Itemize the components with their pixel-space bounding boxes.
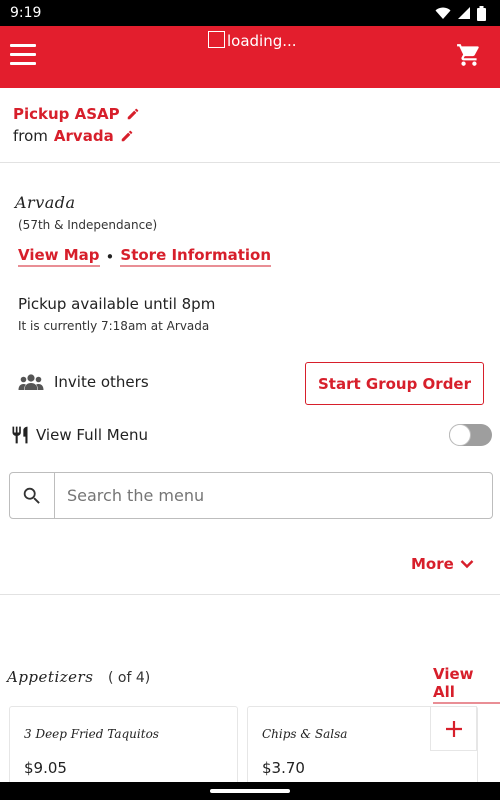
full-menu-row: View Full Menu xyxy=(10,425,148,445)
category-title: Appetizers xyxy=(7,668,94,686)
link-separator: • xyxy=(105,247,115,266)
store-links: View Map • Store Information xyxy=(18,246,271,267)
store-subtitle: (57th & Independance) xyxy=(18,218,158,232)
logo-placeholder-icon xyxy=(208,31,225,48)
section-divider xyxy=(0,594,500,595)
store-information-link[interactable]: Store Information xyxy=(120,246,271,267)
edit-pickup-icon[interactable] xyxy=(126,107,140,121)
search-box xyxy=(9,472,493,519)
search-button[interactable] xyxy=(10,473,55,518)
home-handle[interactable] xyxy=(210,789,290,793)
menu-item-price: $3.70 xyxy=(262,759,305,777)
invite-label: Invite others xyxy=(54,373,149,391)
signal-icon xyxy=(458,7,470,19)
wifi-icon xyxy=(435,7,451,19)
pickup-mode[interactable]: Pickup ASAP xyxy=(13,105,140,123)
more-label: More xyxy=(411,555,454,573)
menu-item-price: $9.05 xyxy=(24,759,67,777)
pickup-section: Pickup ASAP from Arvada xyxy=(0,88,500,163)
search-input[interactable] xyxy=(55,473,492,518)
add-item-button[interactable] xyxy=(430,706,477,751)
battery-icon xyxy=(477,5,486,21)
header-title: loading... xyxy=(227,32,297,50)
store-name: Arvada xyxy=(15,193,76,212)
cart-icon[interactable] xyxy=(456,42,482,68)
view-all-link[interactable]: View All xyxy=(433,665,500,704)
search-icon xyxy=(23,487,40,504)
menu-item-name: 3 Deep Fried Taquitos xyxy=(24,727,159,741)
app-bar: loading... xyxy=(0,26,500,88)
pickup-location[interactable]: from Arvada xyxy=(13,127,134,145)
invite-others[interactable]: Invite others xyxy=(18,373,149,391)
status-icons xyxy=(435,5,486,21)
chevron-down-icon xyxy=(460,560,474,569)
pickup-mode-label[interactable]: Pickup ASAP xyxy=(13,105,120,123)
utensils-icon xyxy=(12,426,28,444)
more-button[interactable]: More xyxy=(411,555,474,573)
full-menu-label: View Full Menu xyxy=(36,426,148,444)
full-menu-toggle[interactable] xyxy=(449,424,492,446)
plus-icon xyxy=(445,720,462,737)
view-map-link[interactable]: View Map xyxy=(18,246,100,267)
menu-item-name: Chips & Salsa xyxy=(262,727,348,741)
status-time: 9:19 xyxy=(10,5,42,21)
category-count: ( of 4) xyxy=(108,670,151,686)
start-group-order-button[interactable]: Start Group Order xyxy=(305,362,484,405)
menu-icon[interactable] xyxy=(10,44,36,68)
current-time-text: It is currently 7:18am at Arvada xyxy=(18,319,210,333)
edit-location-icon[interactable] xyxy=(120,129,134,143)
from-label: from xyxy=(13,127,48,145)
pickup-location-label[interactable]: Arvada xyxy=(54,127,114,145)
status-bar: 9:19 xyxy=(0,0,500,26)
group-icon xyxy=(18,374,44,390)
pickup-availability: Pickup available until 8pm xyxy=(18,295,216,313)
